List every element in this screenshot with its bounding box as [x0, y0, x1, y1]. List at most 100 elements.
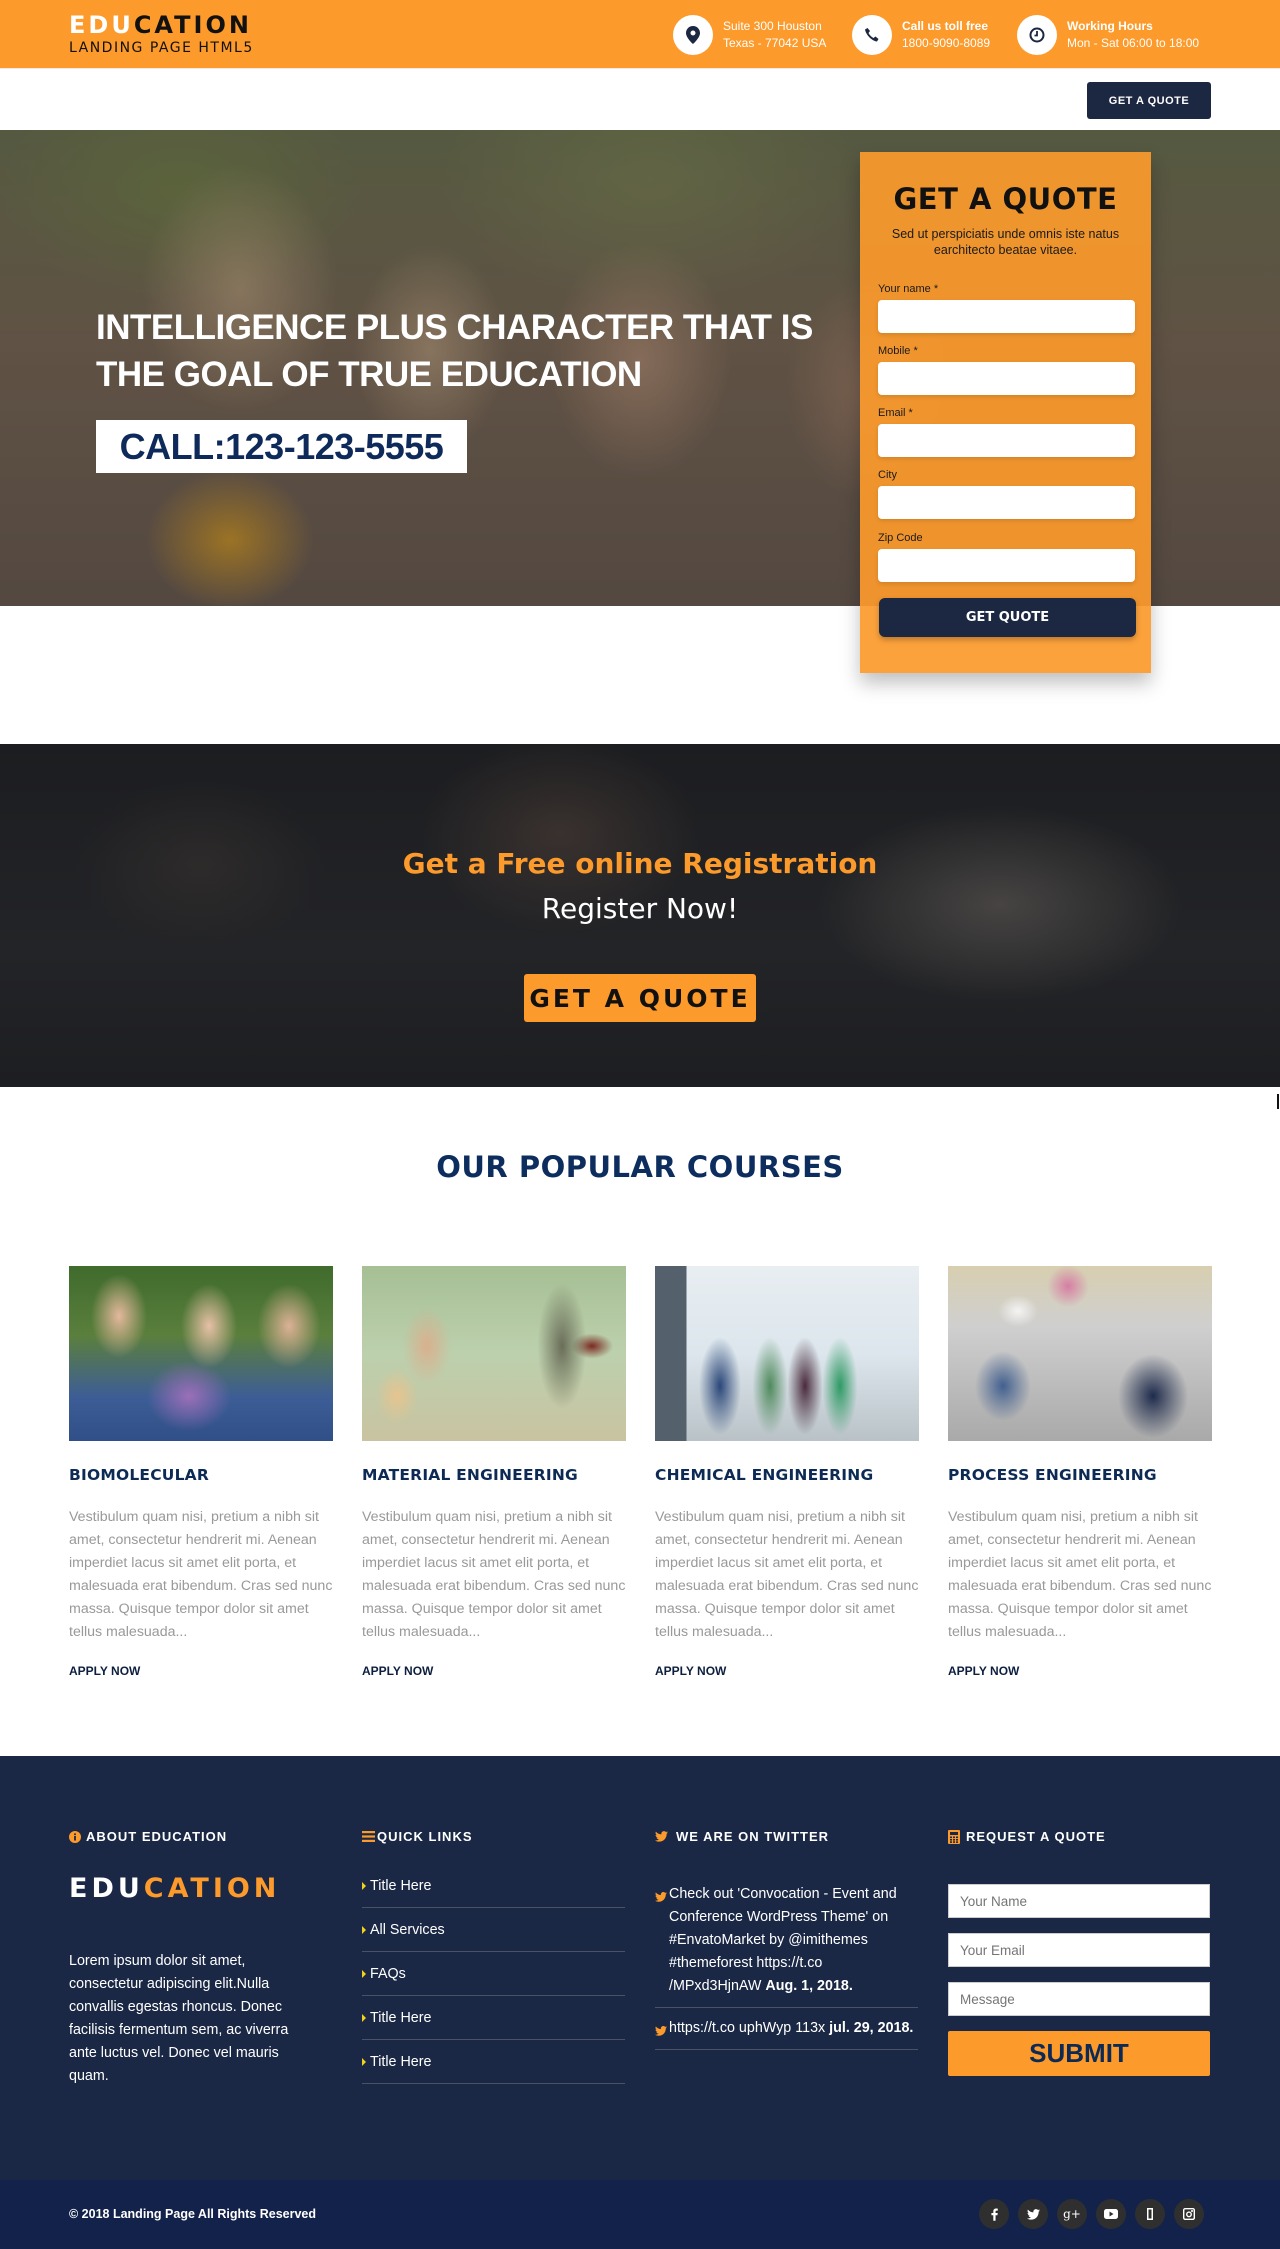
course-image[interactable] [948, 1266, 1212, 1441]
course-title: CHEMICAL ENGINEERING [655, 1466, 874, 1484]
quick-links-heading-text: QUICK LINKS [377, 1829, 473, 1844]
quick-link-label[interactable]: Title Here [370, 2054, 431, 2070]
logo-part-2: CATION [133, 11, 252, 39]
course-image[interactable] [362, 1266, 626, 1441]
registration-banner: Get a Free online Registration Register … [0, 744, 1280, 1109]
your-email-input[interactable] [948, 1933, 1210, 1967]
twitter-heading: WE ARE ON TWITTER [655, 1829, 829, 1844]
your-name-input[interactable] [948, 1884, 1210, 1918]
course-description: Vestibulum quam nisi, pretium a nibh sit… [655, 1509, 919, 1640]
logo-tagline: LANDING PAGE HTML5 [69, 40, 254, 56]
get-quote-submit-button[interactable]: GET QUOTE [879, 598, 1136, 637]
call-number-box[interactable]: CALL:123-123-5555 [96, 420, 467, 473]
get-a-quote-button[interactable]: GET A QUOTE [1087, 82, 1211, 119]
caret-right-icon [362, 1969, 366, 1978]
course-image[interactable] [69, 1266, 333, 1441]
footer-logo-part-2: CATION [143, 1873, 281, 1904]
logo[interactable]: EDUCATION LANDING PAGE HTML5 [69, 12, 254, 57]
caret-right-icon [362, 1881, 366, 1890]
request-quote-form: SUBMIT [948, 1884, 1210, 2076]
email-label: Email * [878, 407, 913, 419]
quick-link[interactable]: FAQs [362, 1952, 625, 1996]
apply-now-link[interactable]: APPLY NOW [69, 1664, 333, 1678]
about-text: Lorem ipsum dolor sit amet, consectetur … [69, 1953, 289, 2084]
phone-label: Call us toll free [902, 19, 989, 33]
footer-logo: EDUCATION [69, 1873, 280, 1904]
caret-right-icon [362, 2057, 366, 2066]
scrollbar-marker [1277, 1094, 1279, 1109]
course-image[interactable] [655, 1266, 919, 1441]
apply-now-link[interactable]: APPLY NOW [948, 1664, 1212, 1678]
apply-now-link[interactable]: APPLY NOW [362, 1664, 626, 1678]
name-label: Your name * [878, 283, 939, 295]
quick-link-label[interactable]: Title Here [370, 2010, 431, 2026]
facebook-icon[interactable] [979, 2199, 1009, 2229]
contact-address: Suite 300 Houston Texas - 77042 USA [673, 15, 826, 55]
course-card: PROCESS ENGINEERING Vestibulum quam nisi… [948, 1266, 1212, 1678]
submit-button[interactable]: SUBMIT [948, 2031, 1210, 2076]
quote-form-card: GET A QUOTE Sed ut perspiciatis unde omn… [860, 152, 1151, 673]
zip-code-label: Zip Code [878, 532, 923, 544]
phone-number[interactable]: 1800-9090-8089 [902, 35, 990, 52]
course-title: BIOMOLECULAR [69, 1466, 209, 1484]
quick-link[interactable]: Title Here [362, 1864, 625, 1908]
email-input[interactable] [878, 424, 1135, 457]
quick-link[interactable]: Title Here [362, 2040, 625, 2084]
tweet-date: Aug. 1, 2018. [765, 1978, 853, 1994]
mobile-label: Mobile * [878, 345, 918, 357]
message-input[interactable] [948, 1982, 1210, 2016]
tweet: Check out 'Convocation - Event and Confe… [655, 1883, 918, 2008]
mobile-input[interactable] [878, 362, 1135, 395]
quick-links-heading: QUICK LINKS [362, 1829, 473, 1844]
google-plus-icon[interactable]: g+ [1057, 2199, 1087, 2229]
registration-subtitle: Register Now! [541, 892, 739, 925]
quick-link-label[interactable]: FAQs [370, 1966, 406, 1982]
tweet-list: Check out 'Convocation - Event and Confe… [655, 1883, 918, 2059]
bottom-bar: © 2018 Landing Page All Rights Reserved … [0, 2180, 1280, 2249]
quick-link-label[interactable]: All Services [370, 1922, 445, 1938]
contact-hours: Working Hours Mon - Sat 06:00 to 18:00 [1017, 15, 1199, 55]
quick-link-label[interactable]: Title Here [370, 1878, 431, 1894]
address-line-2: Texas - 77042 USA [723, 36, 827, 50]
course-card: CHEMICAL ENGINEERING Vestibulum quam nis… [655, 1266, 919, 1678]
course-card: MATERIAL ENGINEERING Vestibulum quam nis… [362, 1266, 626, 1678]
quick-links-list: Title Here All Services FAQs Title Here … [362, 1864, 625, 2084]
about-heading-text: ABOUT EDUCATION [86, 1829, 228, 1844]
instagram-icon[interactable] [1174, 2199, 1204, 2229]
courses-section-title: OUR POPULAR COURSES [436, 1150, 844, 1184]
course-description: Vestibulum quam nisi, pretium a nibh sit… [948, 1509, 1212, 1640]
calculator-icon [948, 1829, 960, 1844]
request-quote-heading-text: REQUEST A QUOTE [966, 1829, 1106, 1844]
tweet-date: jul. 29, 2018. [829, 2020, 914, 2036]
course-description: Vestibulum quam nisi, pretium a nibh sit… [362, 1509, 626, 1640]
logo-part-1: EDU [69, 11, 134, 39]
map-pin-icon [673, 15, 713, 55]
course-title: PROCESS ENGINEERING [948, 1466, 1157, 1484]
zip-code-input[interactable] [878, 549, 1135, 582]
registration-quote-button[interactable]: GET A QUOTE [524, 974, 756, 1022]
phone-icon [852, 15, 892, 55]
caret-right-icon [362, 2013, 366, 2022]
quote-form-description: Sed ut perspiciatis unde omnis iste natu… [891, 227, 1120, 257]
unknown-icon[interactable] [1135, 2199, 1165, 2229]
caret-right-icon [362, 1925, 366, 1934]
course-title: MATERIAL ENGINEERING [362, 1466, 578, 1484]
twitter-heading-text: WE ARE ON TWITTER [676, 1829, 830, 1844]
address-line-1: Suite 300 Houston [723, 19, 822, 33]
name-input[interactable] [878, 300, 1135, 333]
quick-link[interactable]: All Services [362, 1908, 625, 1952]
city-input[interactable] [878, 486, 1135, 519]
registration-title: Get a Free online Registration [402, 847, 878, 880]
twitter-icon [655, 1831, 668, 1842]
apply-now-link[interactable]: APPLY NOW [655, 1664, 919, 1678]
tweet-text[interactable]: https://t.co uphWyp 113x [669, 2020, 825, 2036]
quick-link[interactable]: Title Here [362, 1996, 625, 2040]
clock-icon [1017, 15, 1057, 55]
about-heading: ABOUT EDUCATION [69, 1829, 227, 1844]
twitter-icon[interactable] [1018, 2199, 1048, 2229]
copyright: © 2018 Landing Page All Rights Reserved [69, 2207, 317, 2221]
twitter-bird-icon [655, 2021, 667, 2044]
city-label: City [878, 469, 897, 481]
twitter-bird-icon [655, 1887, 667, 1910]
youtube-icon[interactable] [1096, 2199, 1126, 2229]
